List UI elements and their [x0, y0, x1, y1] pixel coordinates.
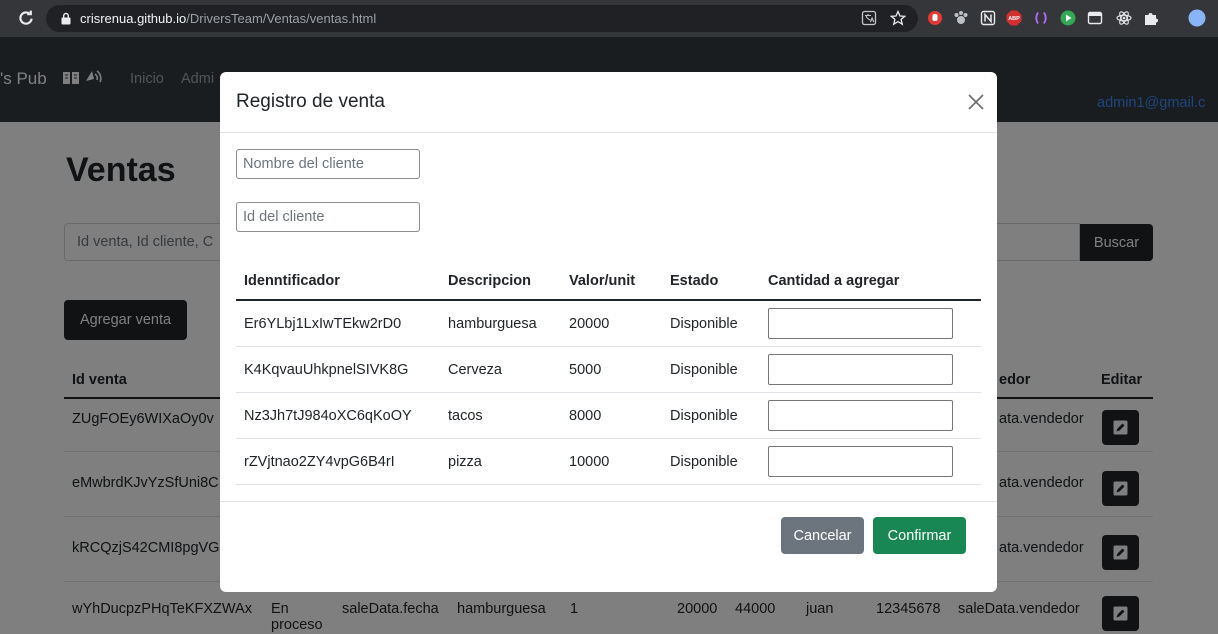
- product-quantity-cell: [760, 308, 981, 339]
- product-id-cell: Er6YLbj1LxIwTEkw2rD0: [244, 315, 402, 332]
- column-header-description: Descripcion: [448, 272, 531, 289]
- product-row: Nz3Jh7tJ984oXC6qKoOY tacos 8000 Disponib…: [236, 393, 981, 439]
- client-name-field[interactable]: [236, 149, 420, 179]
- quantity-input[interactable]: [768, 446, 953, 477]
- lock-icon[interactable]: [61, 12, 71, 25]
- window-extension-icon[interactable]: [1087, 10, 1103, 26]
- product-row: Er6YLbj1LxIwTEkw2rD0 hamburguesa 20000 D…: [236, 301, 981, 347]
- url-host: crisrenua.github.io: [80, 11, 187, 26]
- column-header-status: Estado: [670, 272, 719, 289]
- url-path: /DriversTeam/Ventas/ventas.html: [186, 11, 377, 26]
- brackets-extension-icon[interactable]: [1033, 10, 1049, 26]
- products-table: Idenntificador Descripcion Valor/unit Es…: [236, 262, 981, 485]
- close-icon: [968, 94, 984, 110]
- client-id-field[interactable]: [236, 202, 420, 232]
- column-header-quantity: Cantidad a agregar: [768, 272, 900, 289]
- url-text[interactable]: crisrenua.github.io/DriversTeam/Ventas/v…: [80, 11, 376, 27]
- product-description-cell: Cerveza: [448, 361, 502, 378]
- quantity-input[interactable]: [768, 354, 953, 385]
- modal-footer: Cancelar Confirmar: [220, 501, 997, 592]
- product-price-cell: 10000: [569, 453, 610, 470]
- atom-extension-icon[interactable]: [1116, 10, 1132, 26]
- product-id-cell: Nz3Jh7tJ984oXC6qKoOY: [244, 407, 412, 424]
- product-description-cell: tacos: [448, 407, 483, 424]
- column-header-identifier: Idenntificador: [244, 272, 340, 289]
- profile-avatar-icon[interactable]: [1188, 9, 1206, 27]
- quantity-input[interactable]: [768, 308, 953, 339]
- adblock-plus-logo-text: ABP: [1008, 16, 1020, 22]
- confirm-button-label: Confirmar: [887, 527, 952, 544]
- product-status-cell: Disponible: [670, 453, 738, 470]
- product-quantity-cell: [760, 354, 981, 385]
- n-square-extension-icon[interactable]: [980, 10, 996, 26]
- hand-stop-extension-icon[interactable]: [927, 10, 943, 26]
- browser-toolbar: crisrenua.github.io/DriversTeam/Ventas/v…: [0, 0, 1218, 37]
- reload-icon[interactable]: [17, 9, 35, 27]
- sale-registration-modal: Registro de venta Idenntificador Descrip…: [220, 72, 997, 592]
- confirm-button[interactable]: Confirmar: [873, 517, 966, 554]
- product-status-cell: Disponible: [670, 407, 738, 424]
- bookmark-star-icon[interactable]: [890, 10, 906, 26]
- translate-icon[interactable]: [861, 10, 877, 26]
- product-id-cell: K4KqvauUhkpnelSIVK8G: [244, 361, 409, 378]
- modal-close-button[interactable]: [965, 91, 987, 113]
- product-row: K4KqvauUhkpnelSIVK8G Cerveza 5000 Dispon…: [236, 347, 981, 393]
- product-price-cell: 5000: [569, 361, 602, 378]
- adblock-plus-icon[interactable]: ABP: [1006, 10, 1022, 26]
- product-description-cell: hamburguesa: [448, 315, 537, 332]
- cancel-button[interactable]: Cancelar: [781, 517, 864, 554]
- product-price-cell: 20000: [569, 315, 610, 332]
- column-header-unit-price: Valor/unit: [569, 272, 636, 289]
- modal-body: Idenntificador Descripcion Valor/unit Es…: [236, 133, 981, 501]
- product-status-cell: Disponible: [670, 361, 738, 378]
- product-status-cell: Disponible: [670, 315, 738, 332]
- product-row: rZVjtnao2ZY4vpG6B4rI pizza 10000 Disponi…: [236, 439, 981, 485]
- quantity-input[interactable]: [768, 400, 953, 431]
- paw-extension-icon[interactable]: [953, 10, 969, 26]
- modal-header: Registro de venta: [220, 72, 997, 133]
- play-extension-icon[interactable]: [1060, 10, 1076, 26]
- cancel-button-label: Cancelar: [793, 527, 852, 544]
- product-quantity-cell: [760, 400, 981, 431]
- product-quantity-cell: [760, 446, 981, 477]
- product-price-cell: 8000: [569, 407, 602, 424]
- puzzle-extensions-icon[interactable]: [1143, 10, 1159, 26]
- product-id-cell: rZVjtnao2ZY4vpG6B4rI: [244, 453, 395, 470]
- modal-title: Registro de venta: [236, 91, 385, 112]
- product-description-cell: pizza: [448, 453, 482, 470]
- products-table-header: Idenntificador Descripcion Valor/unit Es…: [236, 262, 981, 301]
